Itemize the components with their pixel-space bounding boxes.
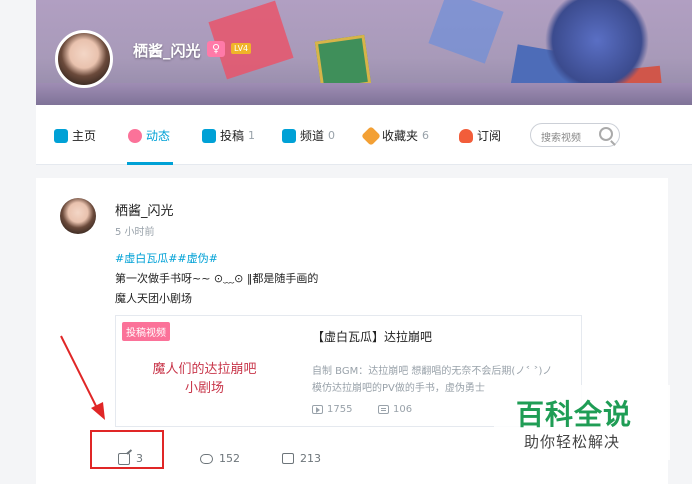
banner-ground [36, 83, 692, 105]
tab-subscriptions[interactable]: 订阅 [459, 127, 501, 144]
search-icon[interactable] [599, 127, 613, 141]
watermark: 百科全说 助你轻松解决 [494, 385, 670, 460]
feed-time: 5 小时前 [115, 227, 155, 238]
heart-icon [459, 128, 473, 143]
comment-icon [200, 453, 213, 464]
play-count: 1755 [312, 404, 352, 415]
thumbnail-text: 魔人们的达拉崩吧 [152, 362, 257, 377]
feed-tags[interactable]: #虚白瓦瓜##虚伪# [115, 250, 218, 266]
like-button[interactable]: 213 [282, 452, 321, 465]
dynamic-icon [128, 128, 142, 143]
home-icon [54, 128, 68, 143]
banner-decoration [428, 0, 504, 64]
danmaku-icon [378, 405, 389, 414]
profile-nav: 主页 动态 投稿 1 频道 0 收藏夹 6 订阅 搜索视频 [36, 105, 692, 165]
level-badge: LV4 [231, 43, 252, 54]
profile-avatar[interactable] [55, 30, 113, 88]
watermark-title: 百科全说 [516, 398, 633, 431]
tab-uploads[interactable]: 投稿 1 [202, 127, 255, 144]
feed-author[interactable]: 栖酱_闪光 [115, 200, 174, 219]
avatar[interactable] [60, 198, 96, 234]
video-badge: 投稿视频 [122, 322, 170, 341]
video-thumbnail[interactable]: 投稿视频 魔人们的达拉崩吧 小剧场 [122, 322, 287, 422]
banner-decoration [208, 0, 294, 80]
annotation-highlight-box [90, 430, 164, 469]
active-tab-indicator [127, 162, 173, 165]
banner-character [542, 0, 652, 90]
favorite-icon [361, 125, 381, 146]
upload-icon [202, 128, 216, 143]
watermark-subtitle: 助你轻松解决 [524, 433, 621, 451]
thumbs-up-icon [282, 453, 294, 464]
video-title[interactable]: 【虚白瓦瓜】达拉崩吧 [312, 328, 432, 345]
annotation-arrow [60, 335, 105, 420]
tab-home[interactable]: 主页 [54, 127, 96, 144]
female-icon: ♀ [207, 41, 225, 57]
comment-button[interactable]: 152 [200, 452, 240, 465]
feed-text-line: 第一次做手书呀~~ ⊙﹏⊙ ‖都是随手画的 [115, 272, 319, 285]
video-description: 自制 BGM：达拉崩吧 想翻唱的无奈不会后期(ノ˂ ˃)ノ [312, 366, 553, 377]
tab-channels[interactable]: 频道 0 [282, 127, 335, 144]
thumbnail-text: 小剧场 [184, 381, 224, 396]
feed-text-line: 魔人天团小剧场 [115, 292, 192, 305]
profile-username: 栖酱_闪光 [133, 42, 201, 60]
play-icon [312, 405, 323, 414]
tab-favorites[interactable]: 收藏夹 6 [361, 125, 429, 146]
tab-dynamic[interactable]: 动态 [128, 127, 170, 144]
danmaku-count: 106 [378, 404, 412, 415]
channel-icon [282, 128, 296, 143]
